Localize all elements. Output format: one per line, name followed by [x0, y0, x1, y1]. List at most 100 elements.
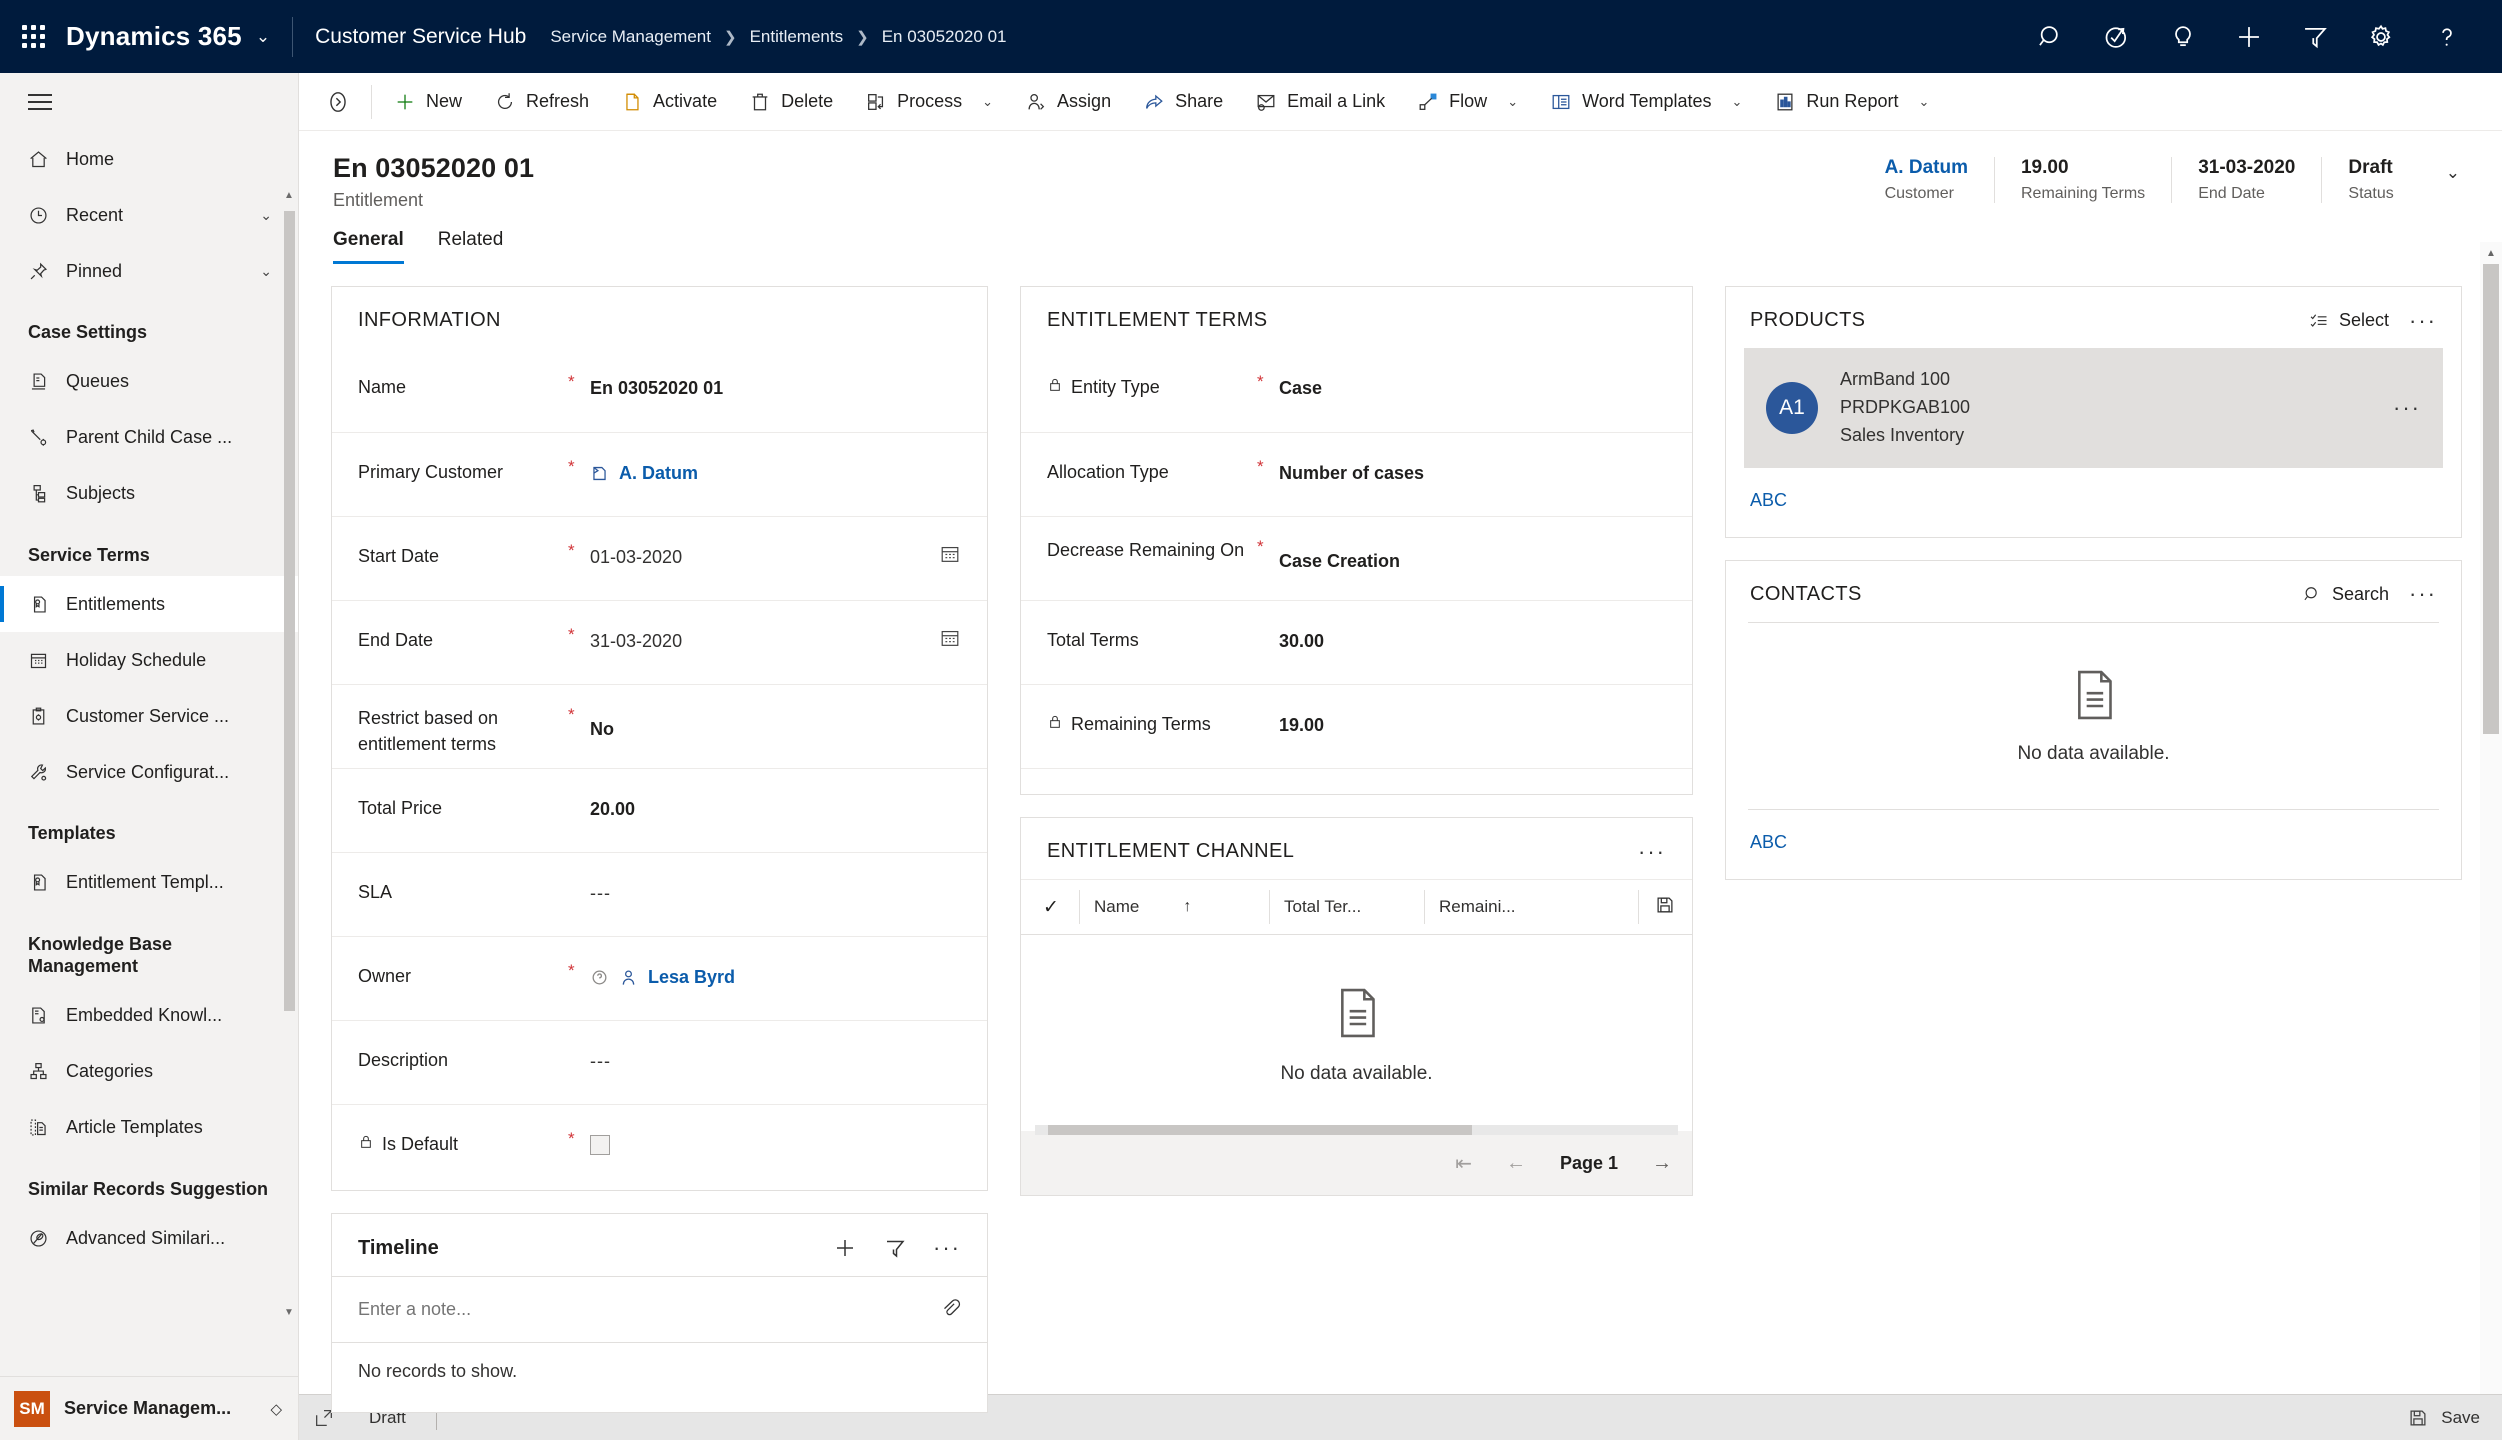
field-value-restrict[interactable]: No — [590, 685, 961, 740]
next-page-icon[interactable]: → — [1652, 1152, 1672, 1175]
field-value-owner[interactable]: Lesa Byrd — [590, 937, 961, 988]
scroll-up-icon[interactable]: ▲ — [282, 187, 296, 203]
chevron-down-icon[interactable]: ⌄ — [1732, 94, 1743, 110]
header-field-value[interactable]: A. Datum — [1885, 157, 1968, 179]
lightbulb-icon[interactable] — [2152, 7, 2214, 67]
field-value-decrease-remaining-on[interactable]: Case Creation — [1279, 517, 1666, 572]
hamburger-menu-icon[interactable] — [0, 73, 298, 131]
help-icon[interactable] — [2416, 7, 2478, 67]
sidebar-item-entitlement-templates[interactable]: Entitlement Templ... — [0, 855, 298, 911]
sidebar-item-embedded-knowledge[interactable]: Embedded Knowl... — [0, 988, 298, 1044]
more-options-icon[interactable]: ··· — [933, 1237, 961, 1259]
field-value-sla[interactable]: --- — [590, 853, 961, 904]
word-templates-button[interactable]: Word Templates ⌄ — [1534, 79, 1758, 125]
scrollbar-thumb[interactable] — [1047, 1125, 1473, 1135]
process-button[interactable]: Process ⌄ — [849, 79, 1009, 125]
first-page-icon[interactable]: ⇤ — [1455, 1151, 1472, 1176]
select-products-button[interactable]: Select — [2309, 310, 2389, 331]
breadcrumb-item-1[interactable]: Entitlements — [750, 27, 844, 47]
sort-ascending-icon[interactable]: ↑ — [1183, 898, 1191, 916]
chevron-down-icon[interactable]: ⌄ — [1507, 94, 1518, 110]
search-contacts-button[interactable]: Search — [2302, 584, 2389, 605]
scroll-down-icon[interactable]: ▼ — [282, 1304, 296, 1320]
field-value-end-date[interactable]: 31-03-2020 — [590, 601, 921, 652]
field-value-is-default[interactable] — [590, 1105, 961, 1155]
sidebar-item-subjects[interactable]: Subjects — [0, 466, 298, 522]
delete-button[interactable]: Delete — [733, 79, 849, 125]
sidebar-item-queues[interactable]: Queues — [0, 354, 298, 410]
chevron-updown-icon[interactable]: ◇ — [270, 1400, 282, 1418]
save-grid-icon[interactable] — [1654, 894, 1676, 921]
relationship-assistant-icon[interactable] — [2086, 7, 2148, 67]
search-icon[interactable] — [2020, 7, 2082, 67]
field-value-primary-customer[interactable]: A. Datum — [590, 433, 961, 484]
sidebar-item-article-templates[interactable]: Article Templates — [0, 1100, 298, 1156]
sidebar-item-entitlements[interactable]: Entitlements — [0, 576, 298, 632]
more-options-icon[interactable]: ··· — [2409, 583, 2437, 605]
field-value-allocation-type[interactable]: Number of cases — [1279, 433, 1666, 484]
field-value-total-terms[interactable]: 30.00 — [1279, 601, 1666, 652]
field-value-name[interactable]: En 03052020 01 — [590, 348, 961, 399]
chevron-down-icon[interactable]: ⌄ — [982, 94, 993, 110]
sidebar-item-categories[interactable]: Categories — [0, 1044, 298, 1100]
sidebar-item-customer-service[interactable]: Customer Service ... — [0, 688, 298, 744]
save-button[interactable]: Save — [2407, 1407, 2480, 1429]
page-scrollbar[interactable]: ▲ — [2480, 242, 2502, 1394]
chevron-down-icon[interactable]: ⌄ — [256, 27, 270, 47]
is-default-checkbox[interactable] — [590, 1135, 610, 1155]
select-all-checkmark-icon[interactable]: ✓ — [1043, 896, 1079, 919]
products-footer-link[interactable]: ABC — [1726, 468, 2461, 537]
previous-page-icon[interactable]: ← — [1506, 1152, 1526, 1175]
field-value-description[interactable]: --- — [590, 1021, 961, 1072]
app-switcher[interactable]: SM Service Managem... ◇ — [0, 1376, 298, 1440]
email-a-link-button[interactable]: Email a Link — [1239, 79, 1401, 125]
calendar-icon[interactable] — [939, 543, 961, 570]
scrollbar-thumb[interactable] — [2483, 264, 2499, 734]
sidebar-item-holiday-schedule[interactable]: Holiday Schedule — [0, 632, 298, 688]
sidebar-item-pinned[interactable]: Pinned ⌄ — [0, 243, 298, 299]
attachment-icon[interactable] — [939, 1296, 961, 1323]
scroll-up-icon[interactable]: ▲ — [2480, 242, 2502, 264]
sidebar-item-recent[interactable]: Recent ⌄ — [0, 187, 298, 243]
gear-icon[interactable] — [2350, 7, 2412, 67]
sidebar-item-advanced-similarity[interactable]: Advanced Similari... — [0, 1210, 298, 1266]
new-button[interactable]: New — [378, 79, 478, 125]
assign-button[interactable]: Assign — [1009, 79, 1127, 125]
column-header-remaining-terms[interactable]: Remaini... — [1424, 890, 1638, 924]
sidebar-item-home[interactable]: Home — [0, 131, 298, 187]
tab-related[interactable]: Related — [438, 229, 504, 264]
field-link-text[interactable]: Lesa Byrd — [648, 967, 735, 988]
horizontal-scrollbar[interactable] — [1035, 1125, 1678, 1135]
tab-general[interactable]: General — [333, 229, 404, 264]
row-more-options-icon[interactable]: ··· — [2393, 396, 2421, 418]
collapse-pane-icon[interactable] — [307, 89, 369, 115]
sidebar-item-service-configuration[interactable]: Service Configurat... — [0, 744, 298, 800]
note-input[interactable] — [358, 1299, 939, 1320]
chevron-down-icon[interactable]: ⌄ — [2420, 163, 2480, 183]
breadcrumb-item-2[interactable]: En 03052020 01 — [882, 27, 1007, 47]
run-report-button[interactable]: Run Report ⌄ — [1758, 79, 1945, 125]
column-header-total-terms[interactable]: Total Ter... — [1269, 890, 1424, 924]
filter-icon[interactable] — [883, 1236, 907, 1260]
flow-button[interactable]: Flow ⌄ — [1401, 79, 1534, 125]
filter-icon[interactable] — [2284, 7, 2346, 67]
share-button[interactable]: Share — [1127, 79, 1239, 125]
field-value-total-price[interactable]: 20.00 — [590, 769, 961, 820]
more-options-icon[interactable]: ··· — [2409, 309, 2437, 331]
sidebar-scrollbar[interactable]: ▲ ▼ — [282, 187, 296, 1320]
contacts-footer-link[interactable]: ABC — [1726, 810, 2461, 879]
more-options-icon[interactable]: ··· — [1638, 840, 1666, 862]
chevron-down-icon[interactable]: ⌄ — [260, 207, 272, 224]
field-link-text[interactable]: A. Datum — [619, 463, 698, 484]
plus-icon[interactable] — [833, 1236, 857, 1260]
field-value-start-date[interactable]: 01-03-2020 — [590, 517, 921, 568]
chevron-down-icon[interactable]: ⌄ — [1918, 94, 1929, 110]
plus-icon[interactable] — [2218, 7, 2280, 67]
scrollbar-thumb[interactable] — [284, 211, 295, 1011]
app-launcher-icon[interactable] — [0, 25, 66, 48]
refresh-button[interactable]: Refresh — [478, 79, 605, 125]
chevron-down-icon[interactable]: ⌄ — [260, 263, 272, 280]
list-item[interactable]: A1 ArmBand 100 PRDPKGAB100 Sales Invento… — [1744, 348, 2443, 468]
sidebar-item-parent-child-case[interactable]: Parent Child Case ... — [0, 410, 298, 466]
breadcrumb-item-0[interactable]: Service Management — [550, 27, 711, 47]
